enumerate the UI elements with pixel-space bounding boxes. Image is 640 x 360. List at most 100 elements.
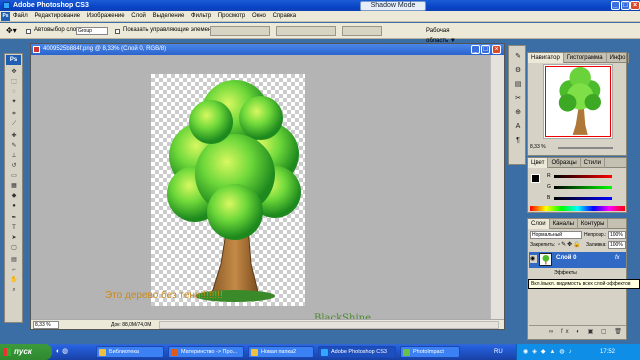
auto-select-checkbox[interactable]	[26, 29, 31, 34]
history-brush-icon[interactable]: ↺	[9, 162, 19, 170]
menu-help[interactable]: Справка	[273, 13, 297, 19]
navigator-zoom[interactable]: 8,33 %	[530, 144, 546, 150]
visibility-eye-icon[interactable]: ◉	[530, 255, 537, 263]
notes-tool-icon[interactable]: ▤	[9, 256, 19, 264]
tray-icons[interactable]: ◉◈◆▲◍♪	[523, 344, 576, 360]
tab-info[interactable]: Инфо	[607, 53, 630, 63]
layer-comps-icon[interactable]: ▤	[513, 80, 523, 90]
menu-window[interactable]: Окно	[252, 13, 266, 19]
color-foreground-swatch[interactable]	[531, 174, 540, 183]
taskbar-item-browser[interactable]: Материнство -> Про...	[168, 346, 244, 358]
canvas-area[interactable]: Это дерево без тени!!!!!!!! BlackShine	[31, 55, 490, 324]
path-selection-icon[interactable]: ➤	[9, 234, 19, 242]
start-label: пуск	[14, 347, 32, 356]
clock[interactable]: 17:52	[600, 344, 615, 360]
distribute-buttons-group-2[interactable]	[342, 26, 382, 36]
eraser-tool-icon[interactable]: ▭	[9, 172, 19, 180]
green-slider[interactable]	[554, 186, 612, 189]
document-size[interactable]: Док: 88,0M/74,0M	[111, 321, 151, 329]
menu-layer[interactable]: Слой	[131, 13, 146, 19]
navigator-view-box[interactable]	[545, 66, 611, 137]
tool-presets-icon[interactable]: ⚙	[513, 66, 523, 76]
paragraph-icon[interactable]: ¶	[513, 136, 523, 146]
dodge-tool-icon[interactable]: ●	[9, 202, 19, 210]
fill-field[interactable]: 100%	[608, 241, 626, 249]
layer-row[interactable]: ◉ Слой 0 fx	[529, 252, 626, 268]
minimize-button[interactable]: _	[611, 1, 620, 10]
distribute-buttons-group[interactable]	[276, 26, 336, 36]
color-ramp[interactable]	[530, 206, 625, 211]
zoom-field[interactable]: 8,33 %	[33, 321, 59, 329]
menu-file[interactable]: Файл	[13, 13, 28, 19]
navigator-zoom-slider[interactable]	[558, 147, 613, 149]
blue-slider[interactable]	[554, 197, 612, 200]
hand-tool-icon[interactable]: ✋	[9, 276, 19, 284]
opacity-field[interactable]: 100%	[608, 231, 626, 239]
quick-launch-icons[interactable]: ◐ ◍	[56, 346, 86, 358]
actions-icon[interactable]: ⊕	[513, 108, 523, 118]
blend-mode-dropdown[interactable]: Нормальный	[530, 231, 582, 239]
tab-histogram[interactable]: Гистограмма	[564, 53, 607, 63]
red-slider[interactable]	[554, 175, 612, 178]
clone-stamp-icon[interactable]: ⊥	[9, 152, 19, 160]
taskbar-item-photoshop[interactable]: Adobe Photoshop CS3	[318, 346, 396, 358]
healing-brush-icon[interactable]: ✚	[9, 132, 19, 140]
pen-tool-icon[interactable]: ✒	[9, 214, 19, 222]
tab-layers[interactable]: Слои	[528, 219, 550, 229]
channel-b-label: B	[547, 195, 551, 201]
move-tool-icon[interactable]: ✥	[9, 68, 19, 76]
language-indicator[interactable]: RU	[494, 346, 503, 358]
navigator-thumbnail[interactable]	[543, 64, 613, 139]
document-title-bar[interactable]: 4009525b884f.png @ 8,33% (Слой 0, RGB/8)…	[31, 44, 504, 55]
workspace-dropdown[interactable]: Рабочая область ▼	[426, 26, 472, 44]
magic-wand-tool-icon[interactable]: ✦	[9, 98, 19, 106]
brushes-icon[interactable]: ✎	[513, 52, 523, 62]
zoom-tool-icon[interactable]: ⌕	[9, 286, 19, 294]
shape-tool-icon[interactable]: ▢	[9, 244, 19, 252]
effects-label[interactable]: Эффекты	[554, 270, 577, 276]
image-canvas[interactable]	[151, 74, 305, 306]
menu-select[interactable]: Выделение	[153, 13, 185, 19]
tab-swatches[interactable]: Образцы	[548, 158, 581, 168]
lock-icons[interactable]: ▫✎✥🔒	[558, 242, 582, 249]
vertical-scrollbar[interactable]	[490, 55, 504, 319]
tab-color[interactable]: Цвет	[528, 158, 549, 168]
lasso-tool-icon[interactable]: ◌	[9, 88, 19, 96]
slice-tool-icon[interactable]: ⟋	[9, 120, 19, 128]
doc-maximize-button[interactable]: □	[481, 45, 490, 54]
tab-styles[interactable]: Стили	[581, 158, 605, 168]
marquee-tool-icon[interactable]: ⬚	[9, 78, 19, 86]
start-button[interactable]: пуск	[0, 344, 52, 360]
taskbar-item-photoimpact[interactable]: PhotoImpact	[400, 346, 460, 358]
crop-tool-icon[interactable]: ⌗	[9, 110, 19, 118]
tab-channels[interactable]: Каналы	[550, 219, 578, 229]
horizontal-scrollbar[interactable]	[159, 321, 499, 329]
shadow-mode-badge[interactable]: Shadow Mode	[360, 1, 426, 11]
eyedropper-tool-icon[interactable]: ⌐	[9, 266, 19, 274]
gradient-tool-icon[interactable]: ▦	[9, 182, 19, 190]
taskbar-item-library[interactable]: Библиотека	[96, 346, 164, 358]
tab-navigator[interactable]: Навигатор	[528, 53, 564, 63]
character-icon[interactable]: A	[513, 122, 523, 132]
layer-name[interactable]: Слой 0	[556, 255, 576, 261]
move-tool-icon[interactable]: ✥▾	[6, 26, 20, 36]
show-controls-checkbox[interactable]	[115, 29, 120, 34]
doc-minimize-button[interactable]: _	[471, 45, 480, 54]
menu-image[interactable]: Изображение	[87, 13, 125, 19]
layers-bottom-toolbar[interactable]: ∞ fx ◐ ▣ ▢ 🗑	[529, 325, 626, 337]
tab-paths[interactable]: Контуры	[578, 219, 609, 229]
menu-view[interactable]: Просмотр	[218, 13, 245, 19]
maximize-button[interactable]: □	[621, 1, 630, 10]
auto-select-dropdown[interactable]: Group	[76, 27, 108, 35]
doc-close-button[interactable]: ×	[492, 45, 501, 54]
blur-tool-icon[interactable]: ◆	[9, 192, 19, 200]
history-icon[interactable]: ✂	[513, 94, 523, 104]
close-button[interactable]: ×	[630, 1, 640, 10]
menu-edit[interactable]: Редактирование	[34, 13, 80, 19]
menu-filter[interactable]: Фильтр	[191, 13, 211, 19]
brush-tool-icon[interactable]: ✎	[9, 142, 19, 150]
layer-fx-icon[interactable]: fx	[615, 255, 620, 261]
align-buttons-group[interactable]	[210, 26, 270, 36]
type-tool-icon[interactable]: T	[9, 224, 19, 232]
taskbar-item-folder[interactable]: Новая папка2	[248, 346, 314, 358]
